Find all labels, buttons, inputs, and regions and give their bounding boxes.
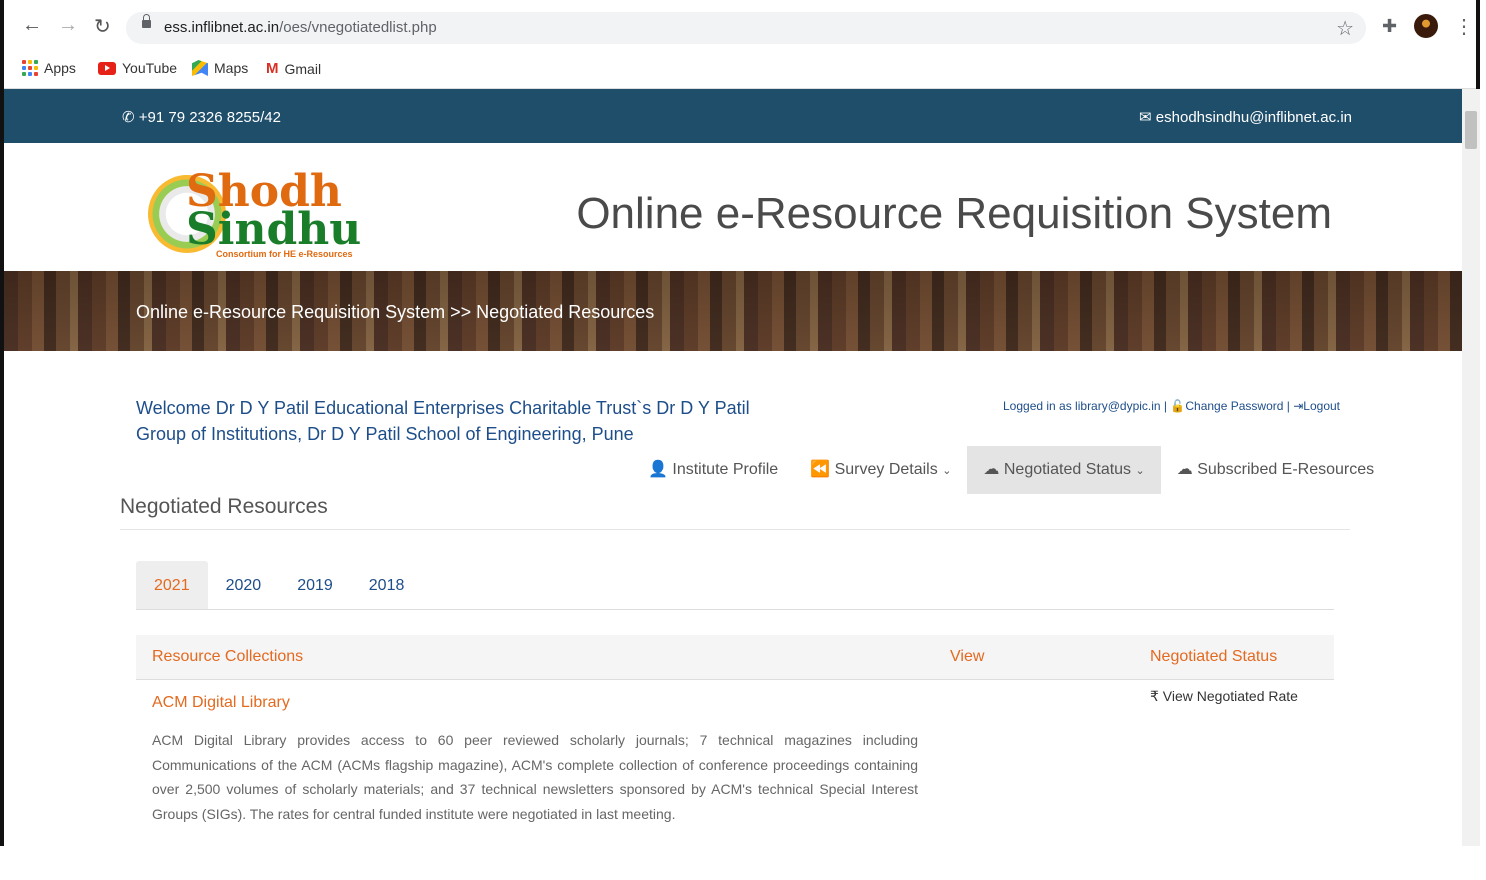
breadcrumb: Online e-Resource Requisition System >> … [136,302,655,322]
page-title: Negotiated Resources [120,495,328,518]
cloud-upload-icon: ☁ [983,461,1004,478]
lock-icon: 🔓 [1170,399,1186,413]
bookmark-maps[interactable]: Maps [192,60,248,76]
chevron-down-icon: ⌄ [1135,465,1145,477]
resource-description: ACM Digital Library provides access to 6… [152,732,918,822]
year-tabs: 2021 2020 2019 2018 [136,561,1334,610]
url-text[interactable]: ess.inflibnet.ac.in/oes/vnegotiatedlist.… [164,19,437,36]
user-icon: 👤 [648,461,673,478]
bookmark-star-icon[interactable]: ☆ [1336,16,1354,41]
chevron-down-icon: ⌄ [942,465,952,477]
bookmark-label: Gmail [284,60,322,77]
bookmark-youtube[interactable]: YouTube [98,60,177,76]
bookmark-label: Maps [214,60,249,76]
bookmark-gmail[interactable]: M Gmail [266,60,321,77]
menu-institute-profile[interactable]: 👤 Institute Profile [632,446,794,494]
column-header: Resource Collections [152,648,304,665]
resource-name[interactable]: ACM Digital Library [152,694,290,712]
more-menu-icon[interactable]: ⋮ [1454,14,1474,39]
scrollbar-thumb[interactable] [1465,111,1477,149]
logo-secondary-text: Sindhu [186,204,362,255]
table-row: ACM Digital Library ACM Digital Library … [136,680,1334,880]
browser-toolbar: ← → ↻ ess.inflibnet.ac.in/oes/vnegotiate… [4,0,1476,54]
youtube-icon [98,61,116,75]
tab-2020[interactable]: 2020 [208,561,280,609]
welcome-message: Welcome Dr D Y Patil Educational Enterpr… [136,398,750,444]
maps-icon [192,60,208,76]
tab-2019[interactable]: 2019 [279,561,351,609]
tab-2018[interactable]: 2018 [351,561,423,609]
breadcrumb-banner: Online e-Resource Requisition System >> … [4,271,1462,351]
lock-icon [142,14,151,28]
menu-negotiated-status[interactable]: ☁ Negotiated Status ⌄ [967,446,1161,494]
bookmarks-bar: Apps YouTube Maps M Gmail [4,54,1476,89]
cloud-upload-icon: ☁ [1176,461,1198,478]
view-negotiated-rate-link[interactable]: ₹ View Negotiated Rate [1150,688,1298,705]
column-header: Negotiated Status [1150,648,1278,665]
column-header: View [950,648,985,665]
resources-table: Resource Collections View Negotiated Sta… [136,635,1334,880]
gmail-icon: M [266,60,279,77]
envelope-icon: ✉ [1139,109,1156,126]
change-password-link[interactable]: Change Password [1185,399,1283,413]
bookmark-label: Apps [44,60,76,76]
link-separator: | [1286,399,1290,413]
back-arrow-icon[interactable]: ← [22,14,42,37]
logout-icon: ⇥ [1293,399,1304,413]
logo-subtitle: Consortium for HE e-Resources [216,249,353,259]
email-contact[interactable]: ✉ eshodhsindhu@inflibnet.ac.in [1139,108,1352,126]
divider [120,529,1350,530]
site-header: Shodh Sindhu Consortium for HE e-Resourc… [4,143,1462,271]
apps-grid-icon [22,60,38,76]
user-links: Logged in as library@dypic.in | 🔓Change … [1003,399,1340,413]
bookmark-label: YouTube [122,60,178,76]
bookmark-apps[interactable]: Apps [22,60,76,76]
page-scrollbar[interactable] [1462,89,1480,846]
extensions-puzzle-icon[interactable]: ✚ [1382,16,1397,37]
menu-survey-details[interactable]: ⏪ Survey Details ⌄ [794,446,967,494]
menu-subscribed-eresources[interactable]: ☁ Subscribed E-Resources [1161,446,1390,494]
contact-bar: ✆ +91 79 2326 8255/42 ✉ eshodhsindhu@inf… [4,89,1462,143]
profile-avatar[interactable] [1414,14,1438,38]
tab-2021[interactable]: 2021 [136,561,208,609]
phone-contact: ✆ +91 79 2326 8255/42 [122,109,281,126]
eshodhsindhu-logo[interactable]: Shodh Sindhu Consortium for HE e-Resourc… [144,165,364,265]
table-header: Resource Collections View Negotiated Sta… [136,635,1334,680]
forward-arrow-icon[interactable]: → [58,14,78,37]
rupee-icon: ₹ [1150,688,1163,704]
main-menu: 👤 Institute Profile ⏪ Survey Details ⌄ ☁… [632,446,1390,494]
site-title: Online e-Resource Requisition System [576,189,1332,238]
backward-icon: ⏪ [810,461,835,478]
logout-link[interactable]: Logout [1303,399,1340,413]
phone-icon: ✆ [122,109,139,126]
address-bar[interactable]: ess.inflibnet.ac.in/oes/vnegotiatedlist.… [126,12,1366,44]
logged-in-text: Logged in as library@dypic.in | [1003,399,1168,413]
reload-icon[interactable]: ↻ [94,14,111,39]
